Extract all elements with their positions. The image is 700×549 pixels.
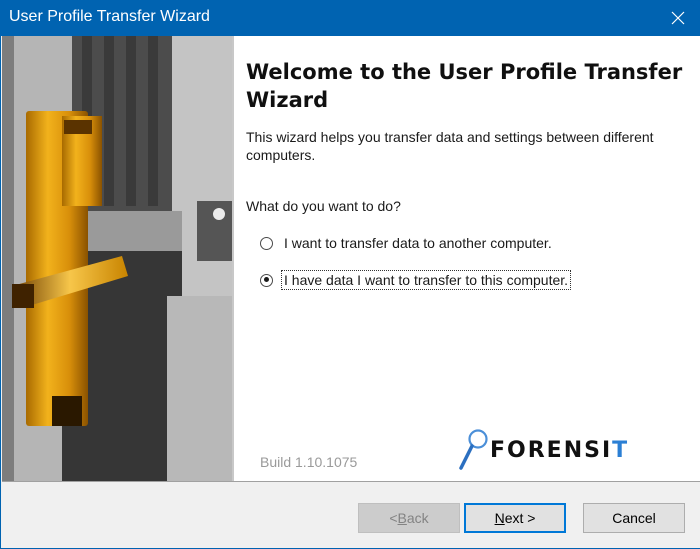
title-bar[interactable]: User Profile Transfer Wizard	[1, 0, 700, 36]
question-label: What do you want to do?	[246, 198, 401, 214]
cancel-button[interactable]: Cancel	[583, 503, 685, 533]
logo-text-main: FORENSI	[490, 438, 613, 463]
banner-image	[2, 36, 232, 481]
radio-option-receive[interactable]: I have data I want to transfer to this c…	[260, 270, 572, 290]
page-heading: Welcome to the User Profile Transfer Wiz…	[246, 60, 683, 112]
back-button[interactable]: < Back	[358, 503, 460, 533]
radio-label-receive[interactable]: I have data I want to transfer to this c…	[280, 270, 572, 290]
forensit-logo: FORENSIT	[456, 428, 666, 472]
window-title: User Profile Transfer Wizard	[9, 8, 210, 25]
close-button[interactable]	[655, 0, 700, 36]
intro-text: This wizard helps you transfer data and …	[246, 129, 654, 163]
door-lock-illustration	[2, 36, 232, 481]
next-rest: ext >	[504, 510, 536, 526]
magnifying-glass-icon	[459, 429, 488, 470]
close-icon	[671, 11, 685, 25]
button-bar: < Back Next > Cancel	[2, 482, 700, 548]
next-mnemonic: N	[494, 510, 505, 526]
build-version: Build 1.10.1075	[260, 454, 358, 470]
radio-button-unchecked[interactable]	[260, 236, 273, 250]
main-panel: Welcome to the User Profile Transfer Wiz…	[234, 36, 700, 481]
radio-button-checked[interactable]	[260, 273, 273, 287]
wizard-window: User Profile Transfer Wizard Welcome to …	[0, 0, 700, 549]
radio-option-send[interactable]: I want to transfer data to another compu…	[260, 234, 554, 252]
radio-label-send[interactable]: I want to transfer data to another compu…	[282, 234, 554, 252]
back-prefix: <	[389, 510, 398, 526]
wizard-content: Welcome to the User Profile Transfer Wiz…	[2, 36, 700, 481]
logo-text-accent: T	[612, 438, 630, 463]
logo-text: FORENSIT	[490, 438, 629, 463]
next-button[interactable]: Next >	[464, 503, 566, 533]
back-rest: ack	[406, 510, 429, 526]
back-mnemonic: B	[397, 510, 407, 526]
